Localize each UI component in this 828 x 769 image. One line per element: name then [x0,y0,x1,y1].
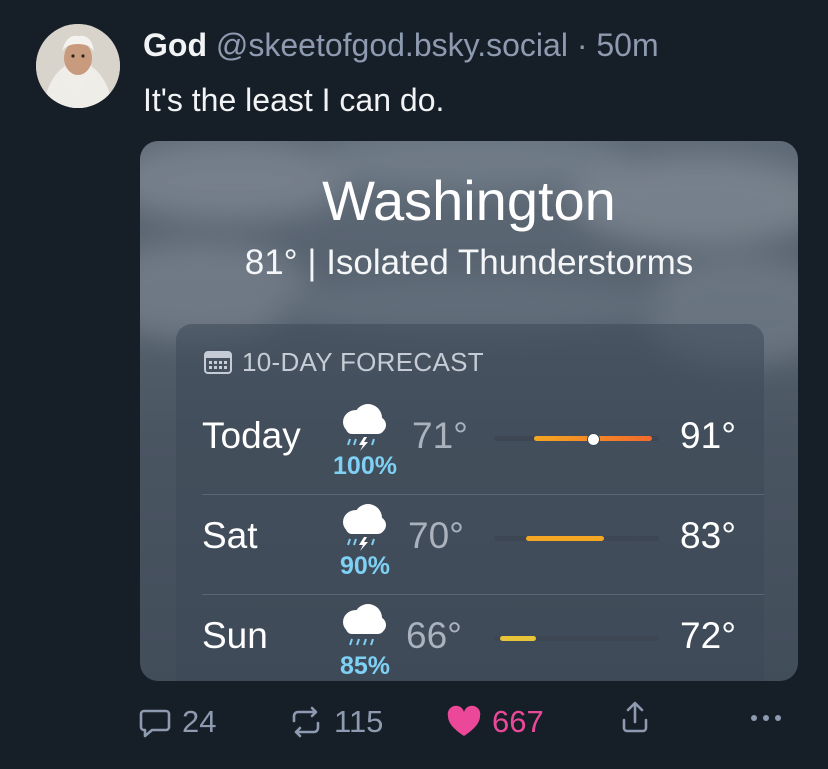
author-handle[interactable]: @skeetofgod.bsky.social [216,27,568,63]
precip-chance: 90% [339,552,391,580]
forecast-row-sat: Sat 90% 70° 83° [176,494,764,594]
repost-count: 115 [334,704,384,739]
repost-icon [292,706,320,738]
share-button[interactable] [620,700,650,734]
author-avatar[interactable] [36,24,120,108]
low-temp: 70° [408,515,464,556]
calendar-icon [204,351,232,374]
thunderstorm-icon [343,504,386,551]
ten-day-forecast-panel: 10-DAY FORECAST Today 100% 71° 91° Sat 9… [176,324,764,681]
temp-range-bar [494,536,659,541]
thunderstorm-icon [343,404,386,451]
temp-range-fill [500,636,536,641]
rain-icon [343,604,386,646]
reply-icon [139,709,171,738]
share-icon [622,701,648,733]
post-actions: 24 115 667 [138,700,788,744]
high-temp: 72° [680,615,736,656]
panel-header: 10-DAY FORECAST [204,346,484,378]
separator-dot: · [576,27,588,63]
avatar-image [36,24,120,108]
forecast-day: Sat [202,515,258,556]
temp-range-fill [526,536,604,541]
high-temp: 83° [680,515,736,556]
current-temp-dot [587,433,600,446]
temp-range-bar [494,636,659,641]
post-image[interactable]: Washington 81° | Isolated Thunderstorms … [140,141,798,681]
heart-icon [447,705,481,736]
high-temp: 91° [680,415,736,456]
like-button[interactable]: 667 [446,700,544,744]
forecast-row-today: Today 100% 71° 91° [176,394,764,494]
temp-range-bar [494,433,659,446]
low-temp: 66° [406,615,462,656]
low-temp: 71° [412,415,468,456]
like-count: 667 [492,704,544,739]
precip-chance: 85% [339,652,391,680]
precip-chance: 100% [333,452,397,480]
more-options-button[interactable] [748,700,784,734]
author-name[interactable]: God [143,27,207,63]
ellipsis-icon [751,715,781,721]
post-timestamp[interactable]: 50m [596,27,658,63]
forecast-day: Today [202,415,301,456]
reply-count: 24 [182,704,217,739]
forecast-day: Sun [202,615,268,656]
city-name: Washington [322,169,616,232]
post-text: It's the least I can do. [143,82,445,118]
current-conditions: 81° | Isolated Thunderstorms [244,243,694,282]
reply-button[interactable]: 24 [138,700,216,744]
panel-title: 10-DAY FORECAST [242,347,484,377]
repost-button[interactable]: 115 [288,700,383,744]
post-header: God @skeetofgod.bsky.social · 50m [143,26,659,64]
forecast-row-sun: Sun 85% 66° 72° [176,594,764,681]
